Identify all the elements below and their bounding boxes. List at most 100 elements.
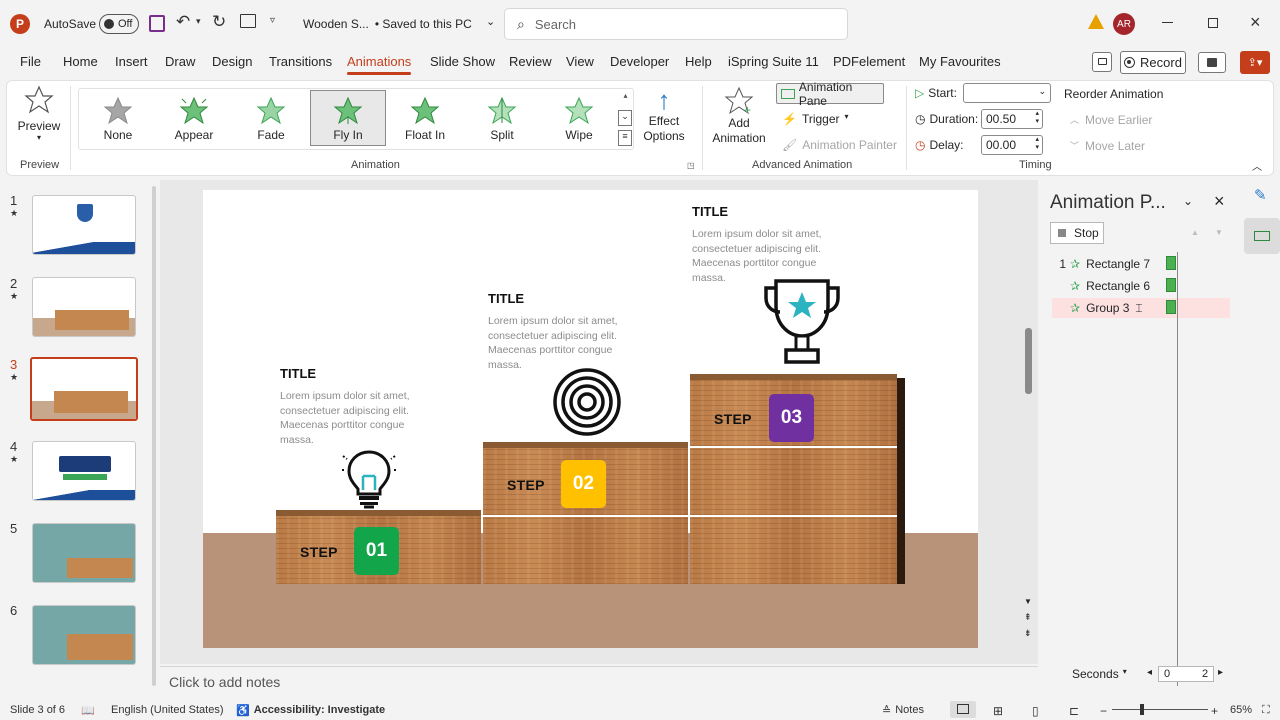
record-button[interactable]: Record xyxy=(1120,51,1186,74)
normal-view-icon[interactable] xyxy=(950,701,976,718)
timeline-bar[interactable] xyxy=(1166,256,1176,270)
present-icon[interactable] xyxy=(240,14,256,28)
close-window-icon[interactable]: × xyxy=(1250,12,1261,33)
slide-scrollbar-thumb[interactable] xyxy=(1025,328,1032,394)
accessibility-status[interactable]: ♿ Accessibility: Investigate xyxy=(236,704,385,717)
move-earlier-button[interactable]: ︿ Move Earlier xyxy=(1070,113,1152,127)
undo-dropdown-icon[interactable]: ▾ xyxy=(196,16,201,27)
next-slide-icon[interactable]: ⇟ xyxy=(1024,628,1032,639)
anim-appear[interactable]: Appear xyxy=(156,91,232,146)
fit-slide-icon[interactable]: ⛶ xyxy=(1262,704,1270,717)
dialog-launcher-icon[interactable]: ◳ xyxy=(687,161,695,170)
thumbnail-scrollbar[interactable] xyxy=(152,186,156,686)
slide-thumbnail-4[interactable] xyxy=(32,441,136,501)
menu-file[interactable]: File xyxy=(20,54,41,69)
autosave-toggle[interactable]: Off xyxy=(99,14,139,34)
scroll-down-icon[interactable]: ▼ xyxy=(1024,597,1032,606)
menu-slide-show[interactable]: Slide Show xyxy=(430,54,495,69)
pane-move-up-icon[interactable]: ▲ xyxy=(1185,222,1205,244)
collapse-ribbon-icon[interactable]: ︿ xyxy=(1252,158,1262,173)
menu-animations[interactable]: Animations xyxy=(347,54,412,75)
minimize-icon[interactable] xyxy=(1162,22,1173,23)
add-animation-button[interactable]: + Add Animation xyxy=(706,86,772,152)
timeline-bar[interactable] xyxy=(1166,300,1176,314)
menu-review[interactable]: Review xyxy=(509,54,552,69)
anim-fly-in[interactable]: Fly In xyxy=(310,90,386,146)
timeline-scroll-right-icon[interactable]: ▸ xyxy=(1218,667,1223,678)
anim-fade[interactable]: Fade xyxy=(233,91,309,146)
slide-thumbnail-5[interactable] xyxy=(32,523,136,583)
anim-list-item[interactable]: ✰ Group 3 ⌶ xyxy=(1052,298,1230,318)
pane-close-icon[interactable]: × xyxy=(1214,191,1225,212)
gallery-scroll-up-icon[interactable]: ▴ xyxy=(620,91,631,107)
spinner-icon[interactable]: ▴ ▾ xyxy=(1035,136,1039,152)
user-avatar[interactable]: AR xyxy=(1113,13,1135,35)
spinner-icon[interactable]: ▴ ▾ xyxy=(1035,110,1039,126)
prev-slide-icon[interactable]: ⇞ xyxy=(1024,612,1032,623)
menu-developer[interactable]: Developer xyxy=(610,54,669,69)
reading-view-icon[interactable]: ▯ xyxy=(1032,704,1039,718)
slide-thumbnail-6[interactable] xyxy=(32,605,136,665)
animation-pane-button[interactable]: Animation Pane xyxy=(776,80,884,108)
menu-pdfelement[interactable]: PDFelement xyxy=(833,54,905,69)
slide-thumbnail-2[interactable] xyxy=(32,277,136,337)
zoom-in-icon[interactable]: + xyxy=(1211,704,1218,718)
timeline-scroll-left-icon[interactable]: ◂ xyxy=(1147,667,1152,678)
warning-icon[interactable] xyxy=(1088,14,1104,29)
stop-button[interactable]: Stop xyxy=(1050,222,1104,244)
menu-my-favourites[interactable]: My Favourites xyxy=(919,54,1001,69)
restore-icon[interactable] xyxy=(1208,18,1218,28)
notes-area[interactable]: Click to add notes xyxy=(160,666,1038,697)
menu-home[interactable]: Home xyxy=(63,54,98,69)
spellcheck-icon[interactable]: 📖 xyxy=(81,704,95,717)
anim-list-item[interactable]: 1 ✰ Rectangle 7 xyxy=(1052,254,1230,274)
title-dropdown-icon[interactable]: ⌄ xyxy=(486,15,495,28)
trigger-button[interactable]: ⚡ Trigger ▾ xyxy=(782,112,849,126)
slide-thumbnail-1[interactable] xyxy=(32,195,136,255)
gallery-more-icon[interactable]: ≡ xyxy=(618,130,632,146)
slideshow-icon[interactable]: ⊏ xyxy=(1069,704,1079,718)
zoom-level[interactable]: 65% xyxy=(1230,704,1252,716)
notes-toggle[interactable]: ≙ Notes xyxy=(882,704,924,717)
document-title[interactable]: Wooden S... • Saved to this PC xyxy=(303,17,472,31)
slide-thumbnail-3[interactable] xyxy=(30,357,138,421)
zoom-out-icon[interactable]: − xyxy=(1100,704,1107,718)
slide-sorter-icon[interactable]: ⊞ xyxy=(993,704,1003,718)
effect-options-button[interactable]: ↑ Effect Options xyxy=(638,86,690,152)
save-icon[interactable] xyxy=(149,15,165,32)
menu-view[interactable]: View xyxy=(566,54,594,69)
teams-share-button[interactable] xyxy=(1198,52,1226,73)
design-pane-icon[interactable]: ✎ xyxy=(1254,186,1267,204)
start-select[interactable]: ⌄ xyxy=(963,83,1051,103)
zoom-slider[interactable] xyxy=(1112,709,1208,710)
pane-move-down-icon[interactable]: ▼ xyxy=(1209,222,1229,244)
duration-input[interactable]: 00.50 ▴ ▾ xyxy=(981,109,1043,129)
menu-draw[interactable]: Draw xyxy=(165,54,195,69)
animation-painter-button[interactable]: 🖌 Animation Painter xyxy=(782,138,897,152)
redo-icon[interactable]: ↻ xyxy=(212,12,226,32)
timeline-scale[interactable]: 0 2 xyxy=(1158,666,1214,682)
menu-help[interactable]: Help xyxy=(685,54,712,69)
customize-qat-icon[interactable]: ▿ xyxy=(270,15,275,26)
delay-input[interactable]: 00.00 ▴ ▾ xyxy=(981,135,1043,155)
anim-split[interactable]: Split xyxy=(464,91,540,146)
undo-icon[interactable]: ↶ xyxy=(176,12,190,32)
menu-transitions[interactable]: Transitions xyxy=(269,54,332,69)
pane-options-icon[interactable]: ⌄ xyxy=(1183,194,1193,208)
language[interactable]: English (United States) xyxy=(111,704,224,716)
gallery-scroll-down-icon[interactable]: ⌄ xyxy=(618,110,632,126)
zoom-slider-thumb[interactable] xyxy=(1140,704,1144,715)
animation-pane-toggle[interactable] xyxy=(1244,218,1280,254)
slide-canvas[interactable]: TITLE Lorem ipsum dolor sit amet, consec… xyxy=(203,190,978,648)
menu-ispring[interactable]: iSpring Suite 11 xyxy=(728,54,819,69)
preview-button[interactable]: Preview ▾ xyxy=(16,85,62,149)
anim-none[interactable]: None xyxy=(80,91,156,146)
move-later-button[interactable]: ﹀ Move Later xyxy=(1070,139,1145,153)
menu-design[interactable]: Design xyxy=(212,54,252,69)
anim-list-item[interactable]: ✰ Rectangle 6 xyxy=(1052,276,1230,296)
anim-float-in[interactable]: Float In xyxy=(387,91,463,146)
anim-wipe[interactable]: Wipe xyxy=(541,91,617,146)
timeline-bar[interactable] xyxy=(1166,278,1176,292)
seconds-dropdown[interactable]: Seconds ▾ xyxy=(1072,667,1127,681)
share-button[interactable]: ⇪▾ xyxy=(1240,51,1270,74)
